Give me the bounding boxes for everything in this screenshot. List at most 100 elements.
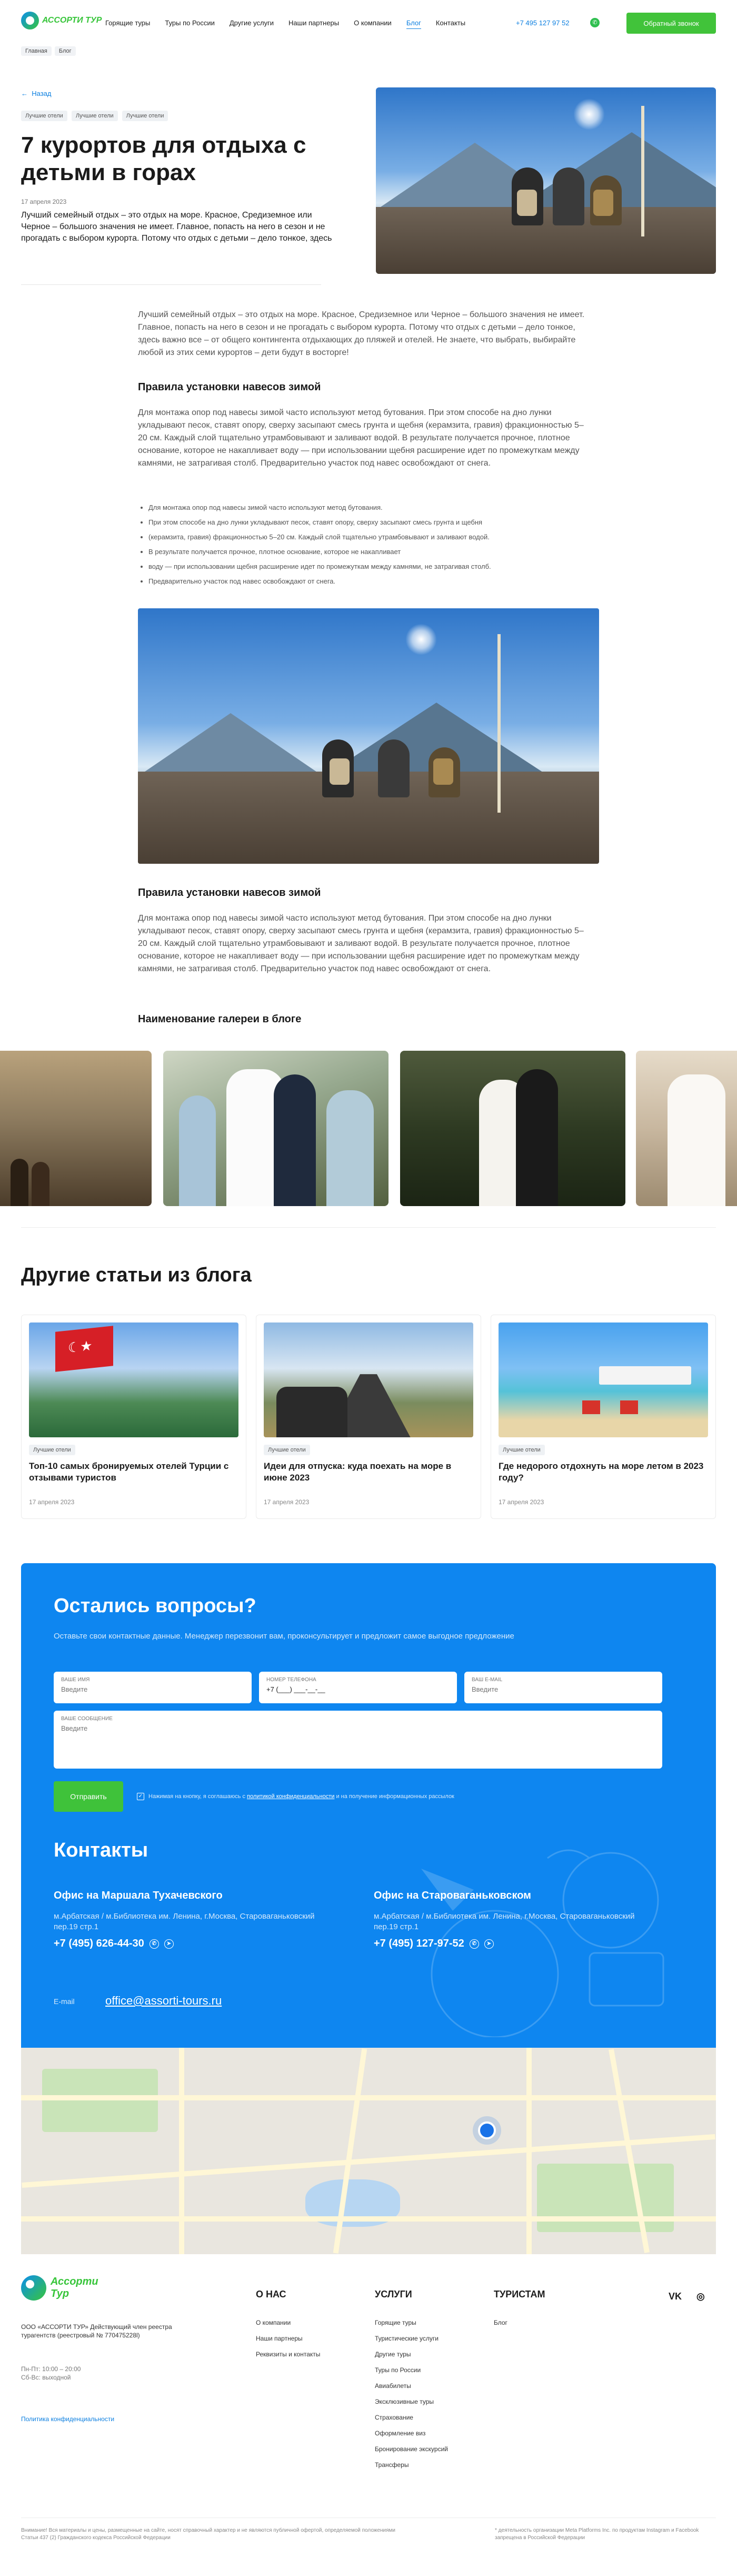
instagram-icon[interactable]: ◎ <box>696 2291 705 2302</box>
work-hours-weekend: Сб-Вс: выходной <box>21 2374 71 2381</box>
location-map[interactable] <box>21 2048 716 2254</box>
vk-icon[interactable]: VK <box>669 2291 682 2302</box>
map-pin-icon[interactable] <box>478 2121 496 2139</box>
logo-text: Ассорти Тур <box>51 2276 98 2300</box>
logo-word-a: Ассорти <box>51 2276 98 2287</box>
whatsapp-icon[interactable]: ✆ <box>469 1939 479 1949</box>
message-input[interactable] <box>61 1724 655 1756</box>
article-cards: Лучшие отели Топ-10 самых бронируемых от… <box>21 1315 716 1520</box>
footer-link[interactable]: Наши партнеры <box>256 2331 320 2346</box>
office-phone-row: +7 (495) 626-44-30 ✆ ➤ <box>54 1938 327 1950</box>
footer-link[interactable]: Авиабилеты <box>375 2378 448 2394</box>
list-item: В результате получается прочное, плотное… <box>148 545 591 559</box>
card-thumbnail <box>264 1322 473 1437</box>
footer-link[interactable]: Блог <box>494 2315 545 2331</box>
divider <box>21 284 321 285</box>
footer-link[interactable]: Реквизиты и контакты <box>256 2346 320 2362</box>
footer-link[interactable]: О компании <box>256 2315 320 2331</box>
telegram-icon[interactable]: ➤ <box>484 1939 494 1949</box>
consent-suffix: и на получение информационных рассылок <box>336 1793 454 1800</box>
office-phone[interactable]: +7 (495) 626-44-30 <box>54 1938 144 1950</box>
contact-subtitle: Оставьте свои контактные данные. Менедже… <box>54 1632 514 1641</box>
gallery-title: Наименование галереи в блоге <box>138 1013 302 1025</box>
name-input[interactable] <box>61 1685 244 1693</box>
card-title[interactable]: Топ-10 самых бронируемых отелей Турции с… <box>29 1460 234 1484</box>
card-title[interactable]: Идеи для отпуска: куда поехать на море в… <box>264 1460 469 1484</box>
card-thumbnail <box>499 1322 708 1437</box>
card-tag[interactable]: Лучшие отели <box>499 1445 545 1455</box>
logo-word-b: Тур <box>51 2288 69 2299</box>
gallery-image[interactable] <box>163 1051 389 1206</box>
phone-field[interactable]: Номер телефона <box>259 1672 457 1703</box>
list-item: воду — при использовании щебня расширени… <box>148 559 591 574</box>
office-card: Офис на Староваганьковском м.Арбатская /… <box>374 1890 648 1950</box>
footer-link[interactable]: Туристические услуги <box>375 2331 448 2346</box>
bullet-list: Для монтажа опор под навесы зимой часто … <box>148 500 591 589</box>
section-text-1: Для монтажа опор под навесы зимой часто … <box>138 408 584 468</box>
footer-disclaimer: Внимание! Вся материалы и цены, размещен… <box>21 2528 396 2541</box>
footer-link[interactable]: Страхование <box>375 2410 448 2425</box>
list-item: Для монтажа опор под навесы зимой часто … <box>148 500 591 515</box>
footer-link[interactable]: Горящие туры <box>375 2315 448 2331</box>
company-info: ООО «АССОРТИ ТУР» Действующий член реест… <box>21 2323 172 2339</box>
office-card: Офис на Маршала Тухачевского м.Арбатская… <box>54 1890 327 1950</box>
office-phone[interactable]: +7 (495) 127-97-52 <box>374 1938 464 1950</box>
office-address: м.Арбатская / м.Библиотека им. Ленина, г… <box>374 1912 635 1931</box>
footer-link[interactable]: Туры по России <box>375 2362 448 2378</box>
card-tag[interactable]: Лучшие отели <box>264 1445 310 1455</box>
mountain-photo <box>138 608 599 864</box>
card-date: 17 апреля 2023 <box>499 1498 544 1506</box>
footer-meta-note: * деятельность организации Meta Platform… <box>495 2528 699 2541</box>
consent-checkbox[interactable]: ✓ <box>137 1793 144 1800</box>
footer-col-about: О НАС О компании Наши партнеры Реквизиты… <box>256 2289 320 2362</box>
gallery-image[interactable] <box>636 1051 737 1206</box>
footer-col-title: ТУРИСТАМ <box>494 2289 545 2299</box>
consent-prefix: Нажимая на кнопку, я соглашаюсь с <box>148 1793 245 1800</box>
phone-input[interactable] <box>266 1685 450 1693</box>
gallery-image[interactable] <box>400 1051 625 1206</box>
work-hours-weekdays: Пн-Пт: 10:00 – 20:00 <box>21 2365 81 2373</box>
email-field-label: Ваш e-mail <box>472 1677 503 1683</box>
footer-col-services: УСЛУГИ Горящие туры Туристические услуги… <box>375 2289 448 2473</box>
footer-link[interactable]: Трансферы <box>375 2457 448 2473</box>
article-image <box>138 608 599 864</box>
footer-logo[interactable]: Ассорти Тур <box>21 2275 98 2301</box>
card-title[interactable]: Где недорого отдохнуть на море летом в 2… <box>499 1460 704 1484</box>
gallery <box>0 1051 737 1206</box>
card-date: 17 апреля 2023 <box>29 1498 75 1506</box>
email-field[interactable]: Ваш e-mail <box>464 1672 662 1703</box>
footer-privacy-link[interactable]: Политика конфиденциальности <box>21 2415 114 2423</box>
list-item: Предварительно участок под навес освобож… <box>148 574 591 589</box>
name-field[interactable]: Ваше имя <box>54 1672 252 1703</box>
article-body: Лучший семейный отдых – это отдых на мор… <box>0 0 737 2576</box>
consent-text: Нажимая на кнопку, я соглашаюсь с полити… <box>148 1793 454 1800</box>
footer-link[interactable]: Эксклюзивные туры <box>375 2394 448 2410</box>
work-hours: Пн-Пт: 10:00 – 20:00 Сб-Вс: выходной <box>21 2365 81 2382</box>
email-input[interactable] <box>472 1685 655 1693</box>
section-text-2: Для монтажа опор под навесы зимой часто … <box>138 914 584 973</box>
divider <box>21 1227 716 1228</box>
privacy-policy-link[interactable]: политикой конфиденциальности <box>247 1793 334 1800</box>
footer-col-title: УСЛУГИ <box>375 2289 412 2299</box>
name-field-label: Ваше имя <box>61 1677 90 1683</box>
list-item: (керамзита, гравия) фракционностью 5–20 … <box>148 530 591 545</box>
site-footer: Ассорти Тур ООО «АССОРТИ ТУР» Действующий… <box>0 2275 737 2576</box>
card-tag[interactable]: Лучшие отели <box>29 1445 75 1455</box>
article-intro: Лучший семейный отдых – это отдых на мор… <box>138 310 585 357</box>
office-phone-row: +7 (495) 127-97-52 ✆ ➤ <box>374 1938 648 1950</box>
telegram-icon[interactable]: ➤ <box>164 1939 174 1949</box>
gallery-image[interactable] <box>0 1051 152 1206</box>
article-card[interactable]: Лучшие отели Идеи для отпуска: куда поех… <box>256 1315 481 1519</box>
contact-email-link[interactable]: office@assorti-tours.ru <box>105 1994 222 2008</box>
message-field[interactable]: Ваше сообщение <box>54 1711 662 1769</box>
footer-link[interactable]: Другие туры <box>375 2346 448 2362</box>
footer-link[interactable]: Бронирование экскурсий <box>375 2441 448 2457</box>
footer-link[interactable]: Оформление виз <box>375 2425 448 2441</box>
whatsapp-icon[interactable]: ✆ <box>149 1939 159 1949</box>
send-button[interactable]: Отправить <box>54 1781 123 1812</box>
article-card[interactable]: Лучшие отели Топ-10 самых бронируемых от… <box>21 1315 246 1519</box>
article-card[interactable]: Лучшие отели Где недорого отдохнуть на м… <box>491 1315 716 1519</box>
office-name: Офис на Староваганьковском <box>374 1890 531 1901</box>
phone-field-label: Номер телефона <box>266 1677 316 1683</box>
office-name: Офис на Маршала Тухачевского <box>54 1890 223 1901</box>
